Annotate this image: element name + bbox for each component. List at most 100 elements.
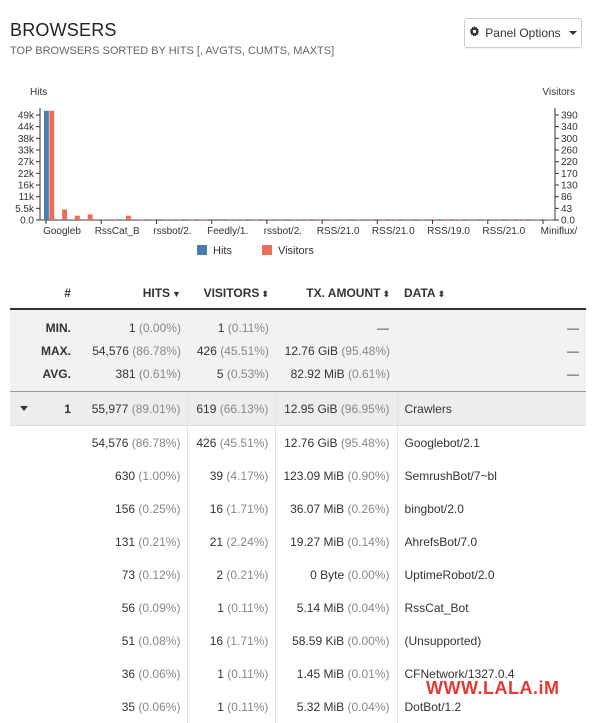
bar-hits: [465, 219, 471, 220]
row-data: SemrushBot/7~bl: [404, 468, 497, 483]
meta-label: MIN.: [45, 320, 71, 335]
table-row[interactable]: 131 (0.21%) 21 (2.24%) 19.27 MiB (0.14%) Ah…: [10, 525, 586, 558]
group-data: Crawlers: [397, 391, 586, 426]
bar-hits: [491, 219, 496, 220]
sort-icon: ⬍: [437, 289, 446, 299]
col-header-tx[interactable]: TX. AMOUNT ⬍: [275, 278, 398, 310]
bar-hits: [299, 219, 305, 220]
bar-visitors: [330, 219, 336, 220]
col-header-tx-label: TX. AMOUNT: [306, 286, 381, 300]
bar-hits: [350, 219, 356, 220]
tick-label-right: 390: [561, 111, 578, 122]
bar-visitors: [407, 219, 412, 220]
caret-down-icon: [568, 31, 577, 35]
bar-visitors: [202, 219, 208, 220]
row-num: [10, 459, 78, 492]
bar-visitors: [189, 219, 195, 220]
bar-hits: [478, 219, 484, 220]
bar-visitors: [164, 219, 170, 220]
table-row[interactable]: 51 (0.08%) 16 (1.71%) 58.59 KiB (0.00%) (Un…: [10, 624, 586, 657]
bar-hits: [503, 219, 509, 220]
bar-hits: [427, 219, 433, 220]
tick-label-left: 16k: [18, 181, 35, 192]
table-row[interactable]: 630 (1.00%) 39 (4.17%) 123.09 MiB (0.90%) S…: [10, 459, 586, 492]
bar-visitors: [470, 219, 476, 220]
row-visitors: 2 (0.21%): [187, 558, 277, 591]
tick-label-left: 0.0: [20, 216, 34, 227]
tick-label-left: 27k: [18, 157, 35, 168]
bar-visitors: [126, 215, 131, 220]
browsers-chart: Hits Visitors49k 39044k 34038k 30033k 26027k 2…: [15, 87, 578, 237]
bar-hits: [56, 219, 62, 220]
x-tick-label: Miniflux/: [541, 226, 578, 237]
row-visitors: 39 (4.17%): [187, 459, 277, 492]
table-row[interactable]: 73 (0.12%) 2 (0.21%) 0 Byte (0.00%) UptimeR…: [10, 558, 586, 591]
bar-visitors: [292, 219, 297, 220]
meta-tx: 12.76 GiB (95.48%): [284, 343, 391, 358]
bar-hits: [273, 219, 279, 220]
x-tick-label: RSS/21.0: [372, 226, 415, 237]
table-row[interactable]: 54,576 (86.78%) 426 (45.51%) 12.76 GiB (95…: [10, 425, 586, 459]
panel-title: BROWSERS: [10, 20, 117, 40]
x-tick-label: rssbot/2.: [153, 226, 191, 237]
expand-caret-icon[interactable]: [20, 405, 28, 411]
bar-visitors: [534, 219, 540, 220]
group-row-crawlers[interactable]: 1 55,977 (89.01%) 619 (66.13%) 12.95 GiB…: [10, 391, 586, 426]
bar-hits: [235, 219, 241, 220]
bar-visitors: [368, 219, 374, 220]
bar-hits: [376, 219, 382, 220]
row-num: [10, 624, 78, 657]
row-num: [10, 591, 78, 624]
bar-visitors: [113, 219, 119, 220]
bar-hits: [388, 219, 394, 220]
bar-hits: [95, 219, 100, 220]
bar-hits: [210, 219, 215, 220]
x-tick-label: RSS/19.0: [427, 226, 470, 237]
row-tx: 123.09 MiB (0.90%): [275, 459, 398, 492]
meta-visitors: 426 (45.51%): [196, 343, 269, 358]
bar-hits: [286, 219, 292, 220]
col-header-visitors[interactable]: VISITORS ⬍: [187, 278, 276, 310]
tick-label-right: 130: [561, 181, 578, 192]
tick-label-left: 22k: [18, 169, 35, 180]
meta-data: —: [567, 320, 579, 335]
bar-visitors: [215, 219, 221, 220]
row-tx: 1.45 MiB (0.01%): [275, 657, 398, 690]
meta-label: AVG.: [10, 362, 78, 392]
row-num: [10, 492, 78, 525]
row-tx: 12.76 GiB (95.48%): [275, 425, 398, 459]
bar-hits: [516, 219, 522, 220]
x-tick-label: Googleb: [43, 226, 81, 237]
col-header-hits[interactable]: HITS ▼: [77, 278, 188, 310]
col-header-data[interactable]: DATA ⬍: [397, 278, 586, 310]
bar-visitors: [49, 110, 55, 220]
table-header-row: # HITS ▼ VISITORS ⬍ TX. AMOUNT ⬍ DATA ⬍: [10, 278, 586, 310]
bar-visitors: [547, 219, 553, 220]
bar-visitors: [458, 219, 464, 220]
bar-hits: [146, 219, 152, 220]
row-hits: 36 (0.06%): [77, 657, 189, 690]
x-tick-label: Feedly/1.: [207, 226, 248, 237]
legend-item-hits[interactable]: Hits: [197, 245, 232, 257]
bar-visitors: [279, 219, 285, 220]
meta-hits: 381 (0.61%): [77, 362, 188, 392]
row-visitors: 1 (0.11%): [187, 591, 277, 624]
meta-tx: 82.92 MiB (0.61%): [275, 362, 398, 392]
table-row[interactable]: 156 (0.25%) 16 (1.71%) 36.07 MiB (0.26%) bi…: [10, 492, 586, 525]
bar-visitors: [87, 214, 93, 220]
bar-visitors: [445, 219, 451, 220]
sort-icon: ⬍: [382, 289, 391, 299]
x-tick-label: RssCat_B: [95, 226, 140, 237]
row-data: AhrefsBot/7.0: [404, 534, 478, 549]
tick-label-right: 300: [561, 134, 578, 145]
row-tx: 0 Byte (0.00%): [275, 558, 398, 591]
group-hits: 55,977 (89.01%): [77, 391, 189, 426]
table-row[interactable]: 56 (0.09%) 1 (0.11%) 5.14 MiB (0.04%) RssCa…: [10, 591, 586, 624]
row-data: (Unsupported): [404, 633, 482, 648]
panel-options-button[interactable]: Panel Options: [464, 18, 582, 48]
row-num: [10, 558, 78, 591]
legend-item-visitors[interactable]: Visitors: [261, 245, 314, 257]
row-visitors: 1 (0.11%): [187, 657, 277, 690]
row-hits: 630 (1.00%): [77, 459, 189, 492]
row-num: [10, 525, 78, 558]
